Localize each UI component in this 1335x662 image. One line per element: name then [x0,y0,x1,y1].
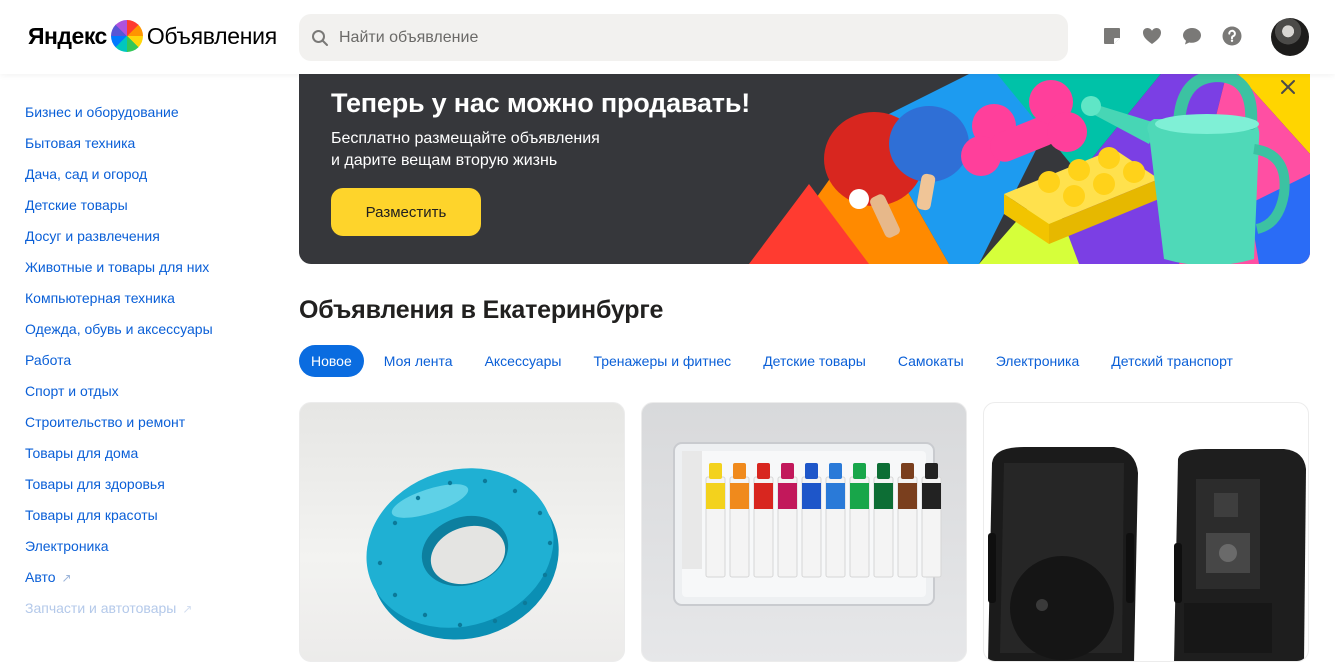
banner-title: Теперь у нас можно продавать! [331,88,751,118]
sidebar-item-electronics[interactable]: Электроника [25,531,275,562]
sidebar-item-autoparts-label: Запчасти и автотовары [25,600,177,616]
logo-wheel-icon [110,20,143,52]
tab-accessories[interactable]: Аксессуары [469,345,578,377]
paint-tube-cap [829,463,842,479]
paint-tube-cap [853,463,866,479]
tab-electronics[interactable]: Электроника [980,345,1096,377]
search-bar[interactable] [299,14,1068,61]
paint-tube-label [922,483,941,509]
paint-tube-cap [925,463,938,479]
sidebar-item-garden[interactable]: Дача, сад и огород [25,159,275,190]
paint-tube-cap [901,463,914,479]
logo[interactable]: Яндекс Объявления [28,18,277,54]
logo-brand: Яндекс [28,22,107,49]
paint-tube-cap [781,463,794,479]
sidebar-item-autoparts[interactable]: Запчасти и автотовары ↗ [25,593,275,624]
place-ad-button[interactable]: Разместить [331,188,481,236]
search-input[interactable] [339,28,1019,47]
external-link-icon: ↗ [61,571,72,585]
sidebar-item-leisure[interactable]: Досуг и развлечения [25,221,275,252]
paint-tube-label [850,483,869,509]
banner-subtitle: Бесплатно размещайте объявления и дарите… [331,128,711,172]
close-icon[interactable] [1279,78,1297,96]
tab-new[interactable]: Новое [299,345,364,377]
sidebar-item-computers[interactable]: Компьютерная техника [25,283,275,314]
sidebar-item-pets[interactable]: Животные и товары для них [25,252,275,283]
listing-card[interactable] [641,402,967,662]
paint-tube-cap [757,463,770,479]
banner-subtitle-line1: Бесплатно размещайте объявления [331,130,600,147]
listing-photo-paint-tubes [673,442,942,606]
header: Яндекс Объявления [0,0,1335,74]
listing-card[interactable] [983,402,1309,662]
paint-tube-cap [709,463,722,479]
paint-tube-cap [805,463,818,479]
sidebar-item-clothing[interactable]: Одежда, обувь и аксессуары [25,314,275,345]
feed-tabs: Новое Моя лента Аксессуары Тренажеры и ф… [299,345,1249,377]
banner-subtitle-line2: и дарите вещам вторую жизнь [331,152,558,169]
sidebar-item-business[interactable]: Бизнес и оборудование [25,97,275,128]
promo-banner: Теперь у нас можно продавать! Бесплатно … [299,64,1310,264]
listing-photo-hand-expander [366,468,559,640]
sidebar-item-jobs[interactable]: Работа [25,345,275,376]
search-icon [312,29,328,46]
notes-icon[interactable] [1100,24,1124,48]
help-icon[interactable] [1220,24,1244,48]
listing-card[interactable] [299,402,625,662]
sidebar-item-appliances[interactable]: Бытовая техника [25,128,275,159]
paint-tube-label [778,483,797,509]
sidebar-item-construction[interactable]: Строительство и ремонт [25,407,275,438]
tab-kids-goods[interactable]: Детские товары [747,345,882,377]
header-actions [1100,24,1244,48]
sidebar-item-beauty[interactable]: Товары для красоты [25,500,275,531]
paint-tube-cap [733,463,746,479]
category-sidebar: Бизнес и оборудование Бытовая техника Да… [25,97,275,624]
sidebar-item-health[interactable]: Товары для здоровья [25,469,275,500]
sidebar-item-auto[interactable]: Авто ↗ [25,562,275,593]
listing-photo-speakers [988,447,1306,661]
banner-illustration [749,64,1310,264]
sidebar-item-home[interactable]: Товары для дома [25,438,275,469]
tab-fitness[interactable]: Тренажеры и фитнес [577,345,747,377]
paint-tube-label [874,483,893,509]
heart-icon[interactable] [1140,24,1164,48]
sidebar-item-kids[interactable]: Детские товары [25,190,275,221]
external-link-icon: ↗ [182,602,193,616]
chat-icon[interactable] [1180,24,1204,48]
page-title: Объявления в Екатеринбурге [299,296,664,324]
paint-tube-label [730,483,749,509]
logo-service: Объявления [146,22,277,49]
paint-tube-label [898,483,917,509]
paint-tube-cap [877,463,890,479]
paint-tube-label [754,483,773,509]
avatar[interactable] [1271,18,1309,56]
paint-tube-label [802,483,821,509]
sidebar-item-sport[interactable]: Спорт и отдых [25,376,275,407]
paint-tube-label [706,483,725,509]
paint-tube-label [826,483,845,509]
tab-my-feed[interactable]: Моя лента [368,345,469,377]
tab-scooters[interactable]: Самокаты [882,345,980,377]
sidebar-item-auto-label: Авто [25,569,56,585]
tab-kids-transport[interactable]: Детский транспорт [1095,345,1249,377]
